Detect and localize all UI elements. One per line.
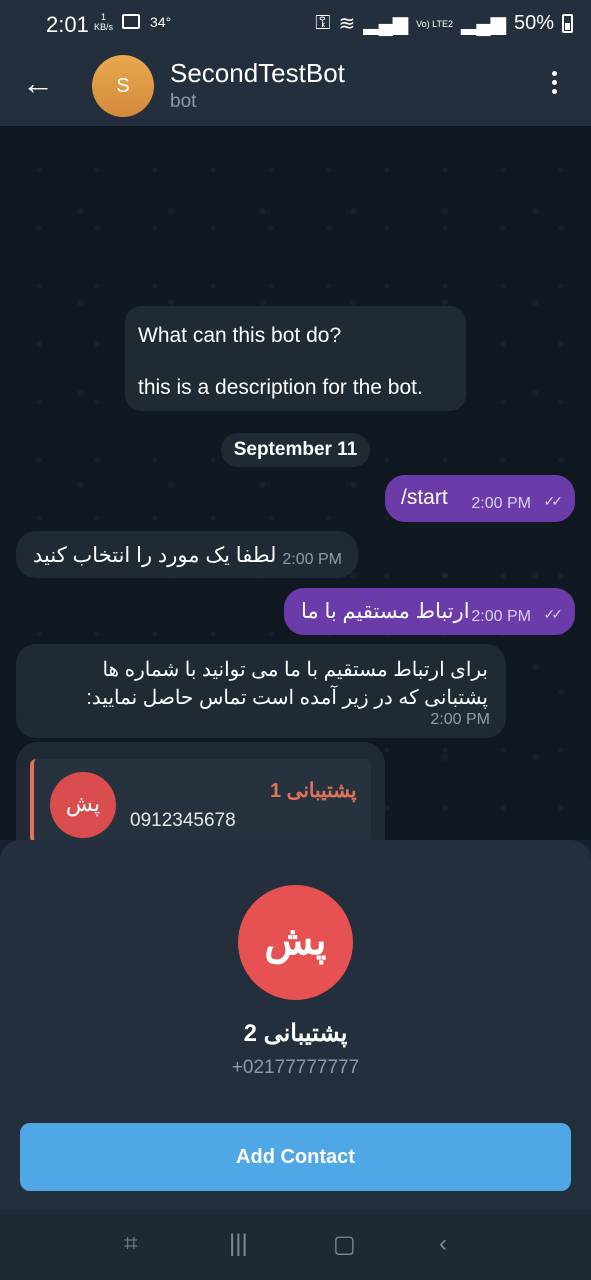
wifi-icon: ≋ <box>338 13 356 35</box>
bot-description-body: this is a description for the bot. <box>138 376 423 399</box>
bot-description-card: What can this bot do? this is a descript… <box>125 306 466 411</box>
bot-avatar[interactable]: S <box>92 55 154 117</box>
message-bubble-in[interactable]: لطفا یک مورد را انتخاب کنید 2:00 PM <box>16 531 358 578</box>
network-speed-unit: KB/s <box>94 22 114 32</box>
temperature: 34° <box>150 14 172 30</box>
status-time: 2:01 <box>46 12 89 37</box>
home-icon[interactable]: ▢ <box>333 1230 356 1259</box>
back-icon[interactable]: ‹ <box>439 1230 447 1258</box>
date-separator: September 11 <box>221 433 370 467</box>
more-vertical-icon[interactable] <box>552 71 560 101</box>
chat-title[interactable]: SecondTestBot <box>170 58 345 89</box>
screenshot-icon[interactable]: ⌗ <box>124 1230 138 1258</box>
contact-avatar: پش <box>50 772 116 838</box>
add-contact-button[interactable]: Add Contact <box>20 1123 571 1191</box>
chat-subtitle: bot <box>170 91 197 112</box>
network-speed: 1 KB/s <box>94 12 113 32</box>
sheet-contact-avatar: پش <box>238 885 353 1000</box>
sheet-contact-phone: +02177777777 <box>231 1057 360 1078</box>
sheet-contact-name: پشتیبانی 2 <box>243 1020 348 1047</box>
read-checks-icon: ✓✓ <box>543 606 564 622</box>
chat-area[interactable]: What can this bot do? this is a descript… <box>0 126 591 840</box>
message-text: /start <box>401 486 448 509</box>
recent-apps-icon[interactable]: ||| <box>229 1230 248 1258</box>
status-bar: 2:01 1 KB/s 34° ⚿ ≋ ▂▄▆ Vo) LTE2 ▂▄▆ 50% <box>0 0 591 50</box>
battery-percent: 50% <box>513 12 554 34</box>
chat-header: ← S SecondTestBot bot <box>0 50 591 126</box>
network-speed-value: 1 <box>101 12 107 22</box>
battery-icon <box>562 14 573 33</box>
android-nav-bar: ⌗ ||| ▢ ‹ <box>0 1210 591 1280</box>
message-bubble-in[interactable]: برای ارتباط مستقیم با ما می توانید با شم… <box>16 644 506 738</box>
message-time: 2:00 PM <box>471 608 531 625</box>
message-time: 2:00 PM <box>430 711 490 728</box>
message-time: 2:00 PM <box>471 495 531 512</box>
message-bubble-out[interactable]: /start 2:00 PM ✓✓ <box>385 475 575 522</box>
message-time: 2:00 PM <box>282 551 342 568</box>
message-text: برای ارتباط مستقیم با ما می توانید با شم… <box>86 659 488 709</box>
back-button[interactable]: ← <box>22 67 56 102</box>
message-text: لطفا یک مورد را انتخاب کنید <box>33 544 277 567</box>
signal-icon: ▂▄▆ <box>363 13 409 35</box>
message-bubble-out[interactable]: ارتباط مستقیم با ما 2:00 PM ✓✓ <box>284 588 575 635</box>
message-text: ارتباط مستقیم با ما <box>301 600 470 623</box>
key-icon: ⚿ <box>315 12 331 34</box>
network-label: Vo) LTE2 <box>416 18 454 29</box>
status-right: ⚿ ≋ ▂▄▆ Vo) LTE2 ▂▄▆ 50% <box>315 11 573 36</box>
image-icon <box>122 14 140 29</box>
signal-icon-2: ▂▄▆ <box>461 13 506 35</box>
bot-description-title: What can this bot do? <box>138 324 342 347</box>
read-checks-icon: ✓✓ <box>543 493 564 509</box>
contact-phone: 0912345678 <box>130 810 236 831</box>
contact-name: پشتیبانی 1 <box>270 780 357 802</box>
